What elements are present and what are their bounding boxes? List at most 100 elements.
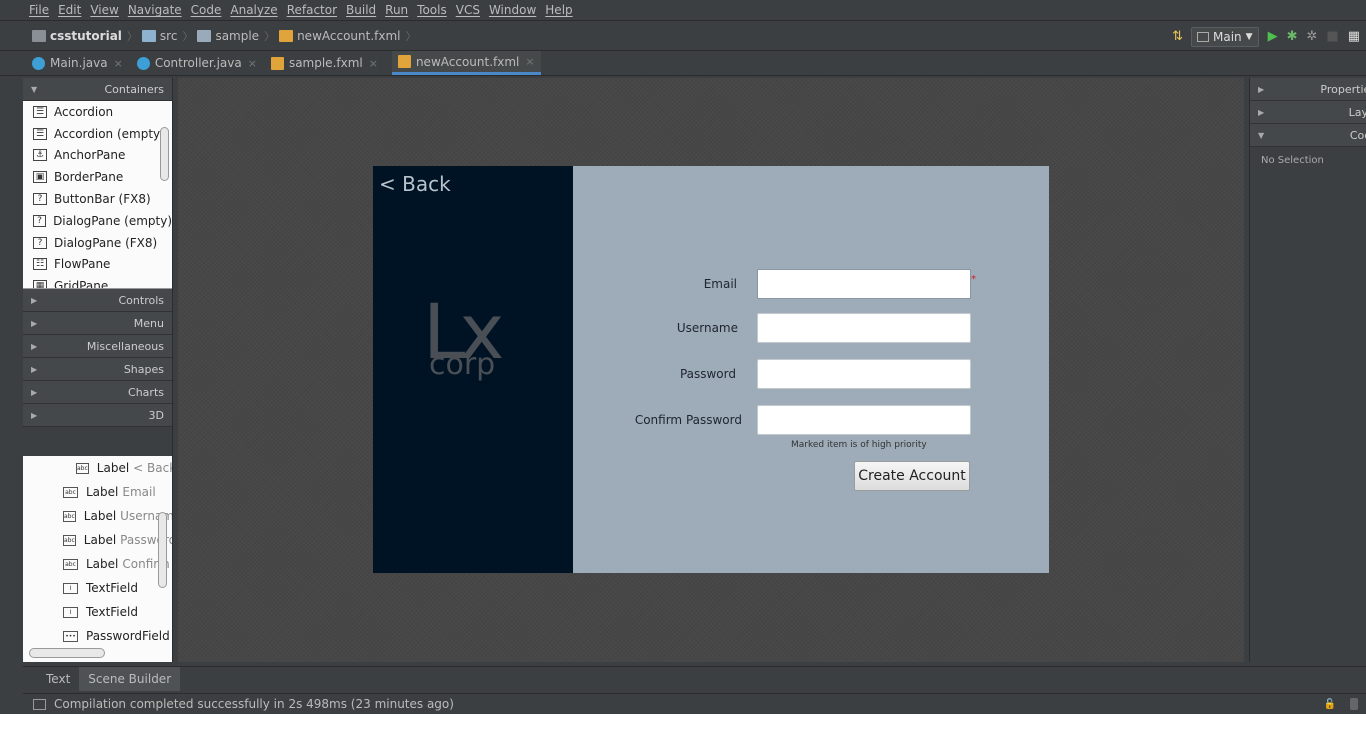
library-item[interactable]: ⚓ AnchorPane: [23, 145, 172, 167]
accordion-icon: ☰: [33, 105, 47, 118]
required-marker: *: [971, 274, 976, 285]
hierarchy-item[interactable]: abc Label Password: [23, 528, 172, 552]
username-field[interactable]: [757, 313, 971, 343]
scene-canvas[interactable]: < Back Lx corp Email * Username Password…: [178, 78, 1244, 662]
library-item[interactable]: ? DialogPane (empty): [23, 210, 172, 232]
stop-icon[interactable]: ■: [1326, 29, 1338, 44]
containers-list: ☰ Accordion ☰ Accordion (empty) ⚓ AnchorPan…: [23, 101, 172, 289]
package-icon: [197, 30, 212, 42]
library-item[interactable]: ? DialogPane (FX8): [23, 232, 172, 254]
fxml-file-icon: [270, 56, 284, 70]
inspector-section-properties[interactable]: ▶Properties: [1250, 78, 1366, 101]
library-item[interactable]: ▣ BorderPane: [23, 166, 172, 188]
close-icon[interactable]: ×: [114, 57, 123, 70]
library-section-3d[interactable]: ▶ 3D: [23, 404, 172, 427]
library-section-controls[interactable]: ▶ Controls: [23, 289, 172, 312]
gridpane-icon: ▦: [33, 280, 47, 288]
java-class-icon: [136, 56, 150, 70]
tab-scene-builder[interactable]: Scene Builder: [79, 666, 181, 691]
status-bar: Compilation completed successfully in 2s…: [23, 693, 1366, 714]
close-icon[interactable]: ×: [369, 57, 378, 70]
tab-main-java[interactable]: Main.java ×: [32, 51, 129, 75]
password-field[interactable]: [757, 359, 971, 389]
confirm-password-field[interactable]: [757, 405, 971, 435]
library-item[interactable]: ☰ Accordion: [23, 101, 172, 123]
textfield-icon: I: [63, 606, 78, 618]
lock-icon[interactable]: 🔓: [1324, 699, 1336, 710]
email-field[interactable]: [757, 269, 971, 299]
run-icon[interactable]: ▶: [1268, 29, 1278, 44]
breadcrumb: csstutorial 〉 src 〉 sample 〉 newAccount.fxm…: [0, 22, 1366, 51]
close-icon[interactable]: ×: [248, 57, 257, 70]
ide-window: File Edit View Navigate Code Analyze Ref…: [0, 0, 1366, 714]
triangle-right-icon: ▶: [31, 364, 38, 374]
close-icon[interactable]: ×: [525, 55, 534, 68]
tab-newaccount-fxml[interactable]: newAccount.fxml ×: [391, 51, 541, 75]
back-link[interactable]: < Back: [379, 172, 451, 196]
hierarchy-item[interactable]: abc Label < Back: [23, 456, 172, 480]
label-icon: abc: [63, 486, 78, 498]
breadcrumb-project[interactable]: csstutorial 〉: [32, 28, 138, 44]
library-section-charts[interactable]: ▶ Charts: [23, 381, 172, 404]
triangle-right-icon: ▶: [31, 318, 38, 328]
build-icon[interactable]: ⇅: [1172, 29, 1183, 44]
tab-text[interactable]: Text: [37, 667, 79, 691]
structure-icon[interactable]: ▦: [1348, 29, 1360, 44]
event-log-icon[interactable]: [1350, 698, 1358, 710]
menu-vcs[interactable]: VCS: [456, 3, 480, 17]
library-panel: ▼ Containers ☰ Accordion ☰ Accordion (empt…: [23, 78, 173, 662]
library-item[interactable]: ☷ FlowPane: [23, 254, 172, 276]
library-section-containers[interactable]: ▼ Containers: [23, 78, 172, 101]
run-config-select[interactable]: Main ▼: [1191, 26, 1259, 47]
inspector-section-code[interactable]: ▼Code: [1250, 124, 1366, 147]
library-section-menu[interactable]: ▶ Menu: [23, 312, 172, 335]
java-class-icon: [32, 56, 45, 70]
menu-view[interactable]: View: [90, 3, 118, 17]
menu-window[interactable]: Window: [489, 3, 536, 17]
menu-tools[interactable]: Tools: [417, 3, 447, 17]
fxml-file-icon: [279, 30, 294, 42]
triangle-down-icon: ▼: [1258, 130, 1265, 140]
no-selection-text: No Selection: [1261, 155, 1324, 166]
hierarchy-item[interactable]: I TextField: [23, 576, 172, 600]
label-icon: abc: [76, 462, 89, 474]
library-item[interactable]: ▦ GridPane: [23, 275, 172, 288]
priority-hint: Marked item is of high priority: [791, 440, 927, 450]
menu-analyze[interactable]: Analyze: [230, 3, 277, 17]
library-item[interactable]: ☰ Accordion (empty): [23, 123, 172, 145]
breadcrumb-src[interactable]: src 〉: [141, 28, 193, 44]
hierarchy-scrollbar[interactable]: [158, 512, 167, 588]
tab-sample-fxml[interactable]: sample.fxml ×: [270, 51, 384, 75]
hierarchy-item[interactable]: abc Label Email: [23, 480, 172, 504]
flowpane-icon: ☷: [33, 258, 47, 271]
menu-run[interactable]: Run: [385, 3, 408, 17]
breadcrumb-sample[interactable]: sample 〉: [197, 28, 275, 44]
hierarchy-hscrollbar[interactable]: [29, 648, 105, 658]
status-text: Compilation completed successfully in 2s…: [54, 697, 454, 711]
editor-mode-tabs: Text Scene Builder: [23, 666, 1366, 691]
tab-controller-java[interactable]: Controller.java ×: [136, 51, 263, 75]
menu-refactor[interactable]: Refactor: [287, 3, 337, 17]
hierarchy-item[interactable]: I TextField: [23, 600, 172, 624]
library-section-shapes[interactable]: ▶ Shapes: [23, 358, 172, 381]
menu-edit[interactable]: Edit: [58, 3, 81, 17]
hierarchy-item[interactable]: abc Label Confirm: [23, 552, 172, 576]
hierarchy-item[interactable]: ••• PasswordField: [23, 624, 172, 648]
breadcrumb-file[interactable]: newAccount.fxml 〉: [279, 28, 417, 44]
menu-build[interactable]: Build: [346, 3, 376, 17]
debug-icon[interactable]: ✱: [1287, 29, 1298, 44]
tool-window-icon[interactable]: [33, 698, 46, 710]
menu-file[interactable]: File: [29, 3, 49, 17]
inspector-section-layout[interactable]: ▶Layout: [1250, 101, 1366, 124]
menu-code[interactable]: Code: [191, 3, 222, 17]
library-section-misc[interactable]: ▶ Miscellaneous: [23, 335, 172, 358]
chevron-down-icon: ▼: [1245, 31, 1253, 42]
library-scrollbar[interactable]: [160, 127, 169, 181]
menu-navigate[interactable]: Navigate: [128, 3, 182, 17]
triangle-right-icon: ▶: [31, 341, 38, 351]
coverage-icon[interactable]: ✲: [1307, 29, 1318, 44]
menu-help[interactable]: Help: [545, 3, 572, 17]
create-account-button[interactable]: Create Account: [854, 461, 970, 491]
hierarchy-item[interactable]: abcLabelUsername: [23, 504, 172, 528]
library-item[interactable]: ? ButtonBar (FX8): [23, 188, 172, 210]
